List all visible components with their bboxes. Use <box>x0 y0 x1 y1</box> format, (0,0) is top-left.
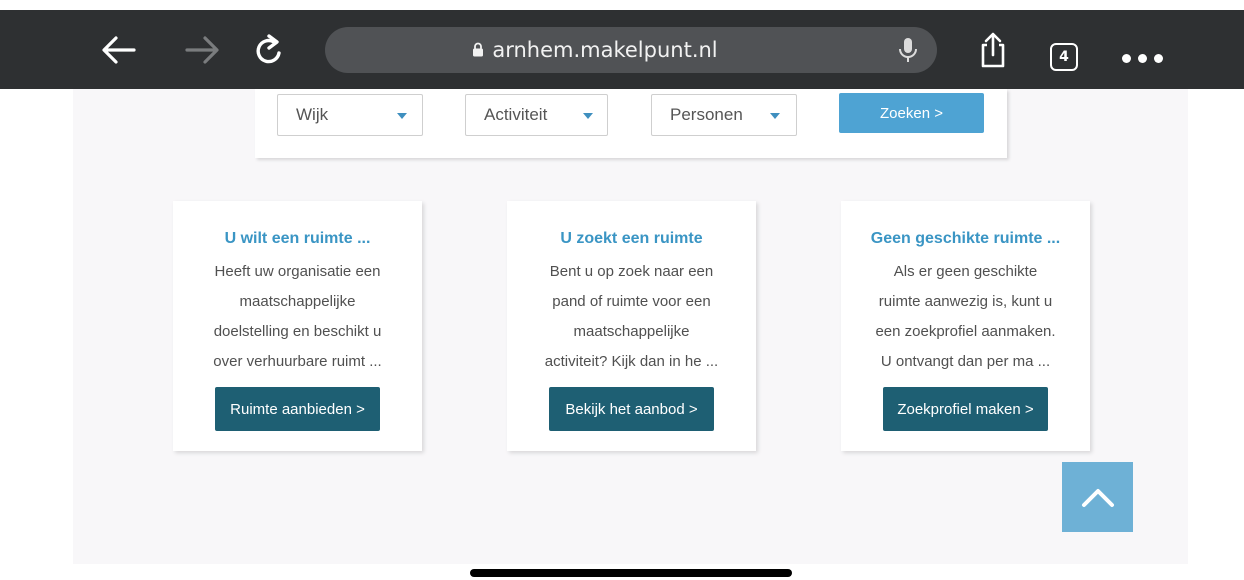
url-text: arnhem.makelpunt.nl <box>492 38 718 62</box>
share-icon[interactable] <box>975 10 1011 89</box>
home-indicator[interactable] <box>470 569 792 577</box>
browser-toolbar: arnhem.makelpunt.nl 4 <box>0 10 1244 89</box>
zoekprofiel-maken-button[interactable]: Zoekprofiel maken > <box>883 387 1048 431</box>
lock-icon <box>472 38 484 62</box>
personen-select[interactable]: Personen <box>651 94 797 136</box>
bekijk-aanbod-button[interactable]: Bekijk het aanbod > <box>549 387 714 431</box>
search-panel: Wijk Activiteit Personen Zoeken > <box>255 89 1007 158</box>
more-dots-icon[interactable] <box>1122 54 1163 63</box>
zoeken-button[interactable]: Zoeken > <box>839 93 984 133</box>
card-aanbod: U zoekt een ruimte Bent u op zoek naar e… <box>507 201 756 451</box>
scroll-to-top-button[interactable] <box>1062 462 1133 532</box>
activiteit-select[interactable]: Activiteit <box>465 94 608 136</box>
wijk-select-label: Wijk <box>296 105 329 124</box>
card-ruimte-aanbieden: U wilt een ruimte ... Heeft uw organisat… <box>173 201 422 451</box>
chevron-up-icon <box>1081 489 1114 507</box>
microphone-icon[interactable] <box>897 36 919 71</box>
chevron-down-icon <box>583 113 593 119</box>
chevron-down-icon <box>770 113 780 119</box>
wijk-select[interactable]: Wijk <box>277 94 423 136</box>
card-text: Bent u op zoek naar een pand of ruimte v… <box>544 263 719 370</box>
card-text: Heeft uw organisatie een maatschappelijk… <box>213 263 382 370</box>
address-bar[interactable]: arnhem.makelpunt.nl <box>325 27 937 73</box>
forward-arrow-icon[interactable] <box>180 10 224 89</box>
card-zoekprofiel: Geen geschikte ruimte ... Als er geen ge… <box>841 201 1090 451</box>
card-title[interactable]: Geen geschikte ruimte ... <box>841 230 1090 248</box>
card-title[interactable]: U zoekt een ruimte <box>507 230 756 248</box>
chevron-down-icon <box>397 113 407 119</box>
card-title[interactable]: U wilt een ruimte ... <box>173 230 422 248</box>
card-text: Als er geen geschikte ruimte aanwezig is… <box>875 263 1056 370</box>
tab-count-button[interactable]: 4 <box>1050 43 1078 71</box>
personen-select-label: Personen <box>670 105 743 124</box>
page-content: Wijk Activiteit Personen Zoeken > U wilt… <box>73 89 1188 564</box>
status-strip <box>0 0 1244 10</box>
back-arrow-icon[interactable] <box>97 10 141 89</box>
reload-icon[interactable] <box>250 10 290 89</box>
activiteit-select-label: Activiteit <box>484 105 548 124</box>
ruimte-aanbieden-button[interactable]: Ruimte aanbieden > <box>215 387 380 431</box>
